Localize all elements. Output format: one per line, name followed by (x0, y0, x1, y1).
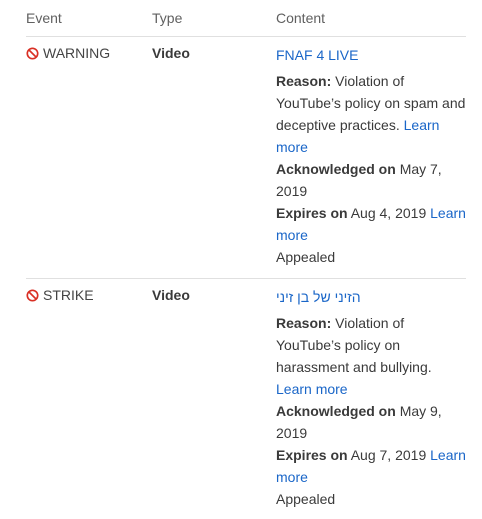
expires-label: Expires on (276, 447, 348, 463)
reason-paragraph: Reason: Violation of YouTube’s policy on… (276, 312, 466, 400)
table-row: WARNING Video FNAF 4 LIVE Reason: Violat… (26, 37, 466, 279)
reason-label: Reason: (276, 315, 332, 331)
status-text: Appealed (276, 491, 336, 507)
video-title-link[interactable]: הזיני של בן זיני (276, 286, 466, 308)
learn-more-link[interactable]: Learn more (276, 381, 348, 397)
acknowledged-paragraph: Acknowledged on May 9, 2019 (276, 400, 466, 444)
status-text: Appealed (276, 249, 336, 265)
expires-date: Aug 4, 2019 (350, 205, 427, 221)
expires-label: Expires on (276, 205, 348, 221)
event-label: WARNING (43, 45, 111, 61)
header-event: Event (26, 10, 62, 26)
ban-icon (26, 288, 39, 302)
reason-paragraph: Reason: Violation of YouTube’s policy on… (276, 70, 466, 158)
expires-date: Aug 7, 2019 (350, 447, 427, 463)
ban-icon (26, 46, 39, 60)
acknowledged-paragraph: Acknowledged on May 7, 2019 (276, 158, 466, 202)
event-cell: STRIKE (26, 286, 94, 304)
content-cell: FNAF 4 LIVE Reason: Violation of YouTube… (276, 44, 466, 268)
video-title-link[interactable]: FNAF 4 LIVE (276, 44, 466, 66)
type-cell: Video (152, 45, 190, 61)
strikes-table: Event Type Content WARNING Video FNAF 4 … (0, 0, 482, 519)
content-cell: הזיני של בן זיני Reason: Violation of Yo… (276, 286, 466, 510)
expires-paragraph: Expires on Aug 7, 2019 Learn more (276, 444, 466, 488)
header-type: Type (152, 10, 183, 26)
type-cell: Video (152, 287, 190, 303)
table-row: STRIKE Video הזיני של בן זיני Reason: Vi… (26, 279, 466, 519)
header-content: Content (276, 10, 326, 26)
expires-paragraph: Expires on Aug 4, 2019 Learn more (276, 202, 466, 246)
acknowledged-label: Acknowledged on (276, 403, 396, 419)
reason-label: Reason: (276, 73, 332, 89)
event-cell: WARNING (26, 44, 110, 62)
acknowledged-label: Acknowledged on (276, 161, 396, 177)
event-label: STRIKE (43, 287, 94, 303)
table-header: Event Type Content (26, 0, 466, 37)
